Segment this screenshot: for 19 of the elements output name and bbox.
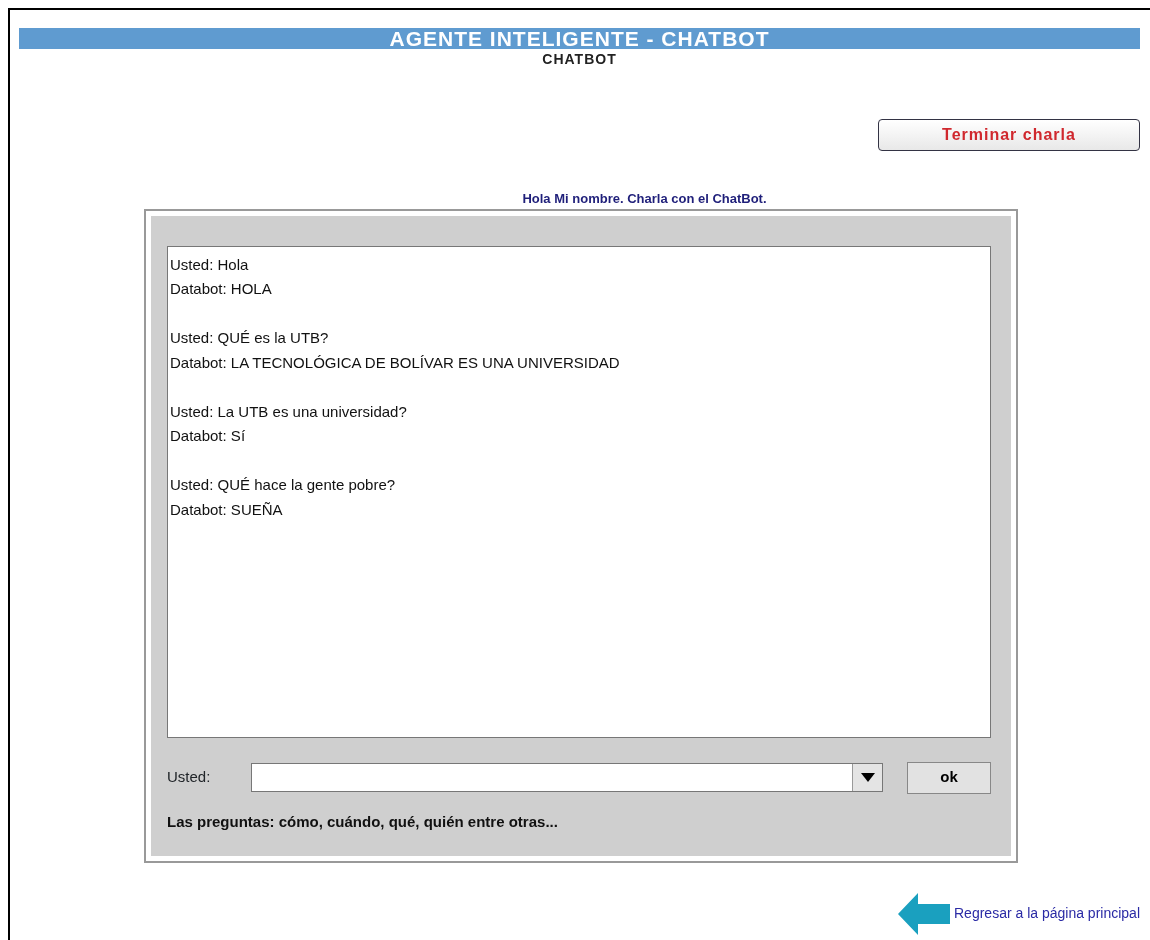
bot-message: Databot: HOLA	[170, 280, 272, 297]
user-message: Usted: QUÉ hace la gente pobre?	[170, 476, 396, 493]
bot-message: Databot: LA TECNOLÓGICA DE BOLÍVAR ES UNA UNIVERSIDAD	[170, 353, 620, 371]
back-link[interactable]: Regresar a la página principal	[954, 903, 1140, 924]
bot-message: Databot: SUEÑA	[170, 500, 283, 518]
user-message: Usted: La UTB es una universidad?	[170, 402, 407, 420]
greeting-text: Hola Mi nombre. Charla con el ChatBot.	[522, 191, 767, 206]
user-message: Usted: QUÉ es la UTB?	[170, 329, 329, 346]
page-subtitle: CHATBOT	[542, 51, 617, 67]
end-chat-button[interactable]: Terminar charla	[878, 119, 1140, 151]
bot-message: Databot: Sí	[170, 427, 246, 444]
user-message: Usted: Hola	[170, 255, 249, 273]
hint-text: Las preguntas: cómo, cuándo, qué, quién entre otras...	[167, 812, 558, 830]
question-combo-field[interactable]	[251, 763, 883, 792]
left-arrow-icon[interactable]	[898, 892, 950, 935]
page-title: AGENTE INTELIGENTE - CHATBOT	[389, 28, 770, 49]
ok-button[interactable]: ok	[907, 761, 991, 794]
input-label: Usted:	[167, 767, 212, 788]
dropdown-icon[interactable]	[852, 764, 882, 791]
